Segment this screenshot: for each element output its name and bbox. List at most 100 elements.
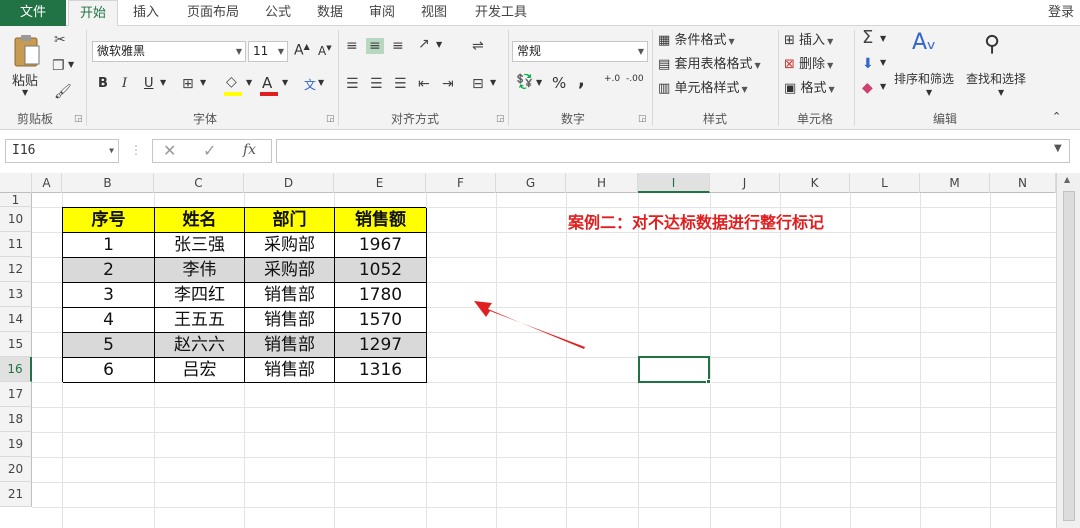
format-painter-icon[interactable]: 🖌	[54, 84, 72, 100]
row-header-10[interactable]: 10	[0, 207, 32, 232]
number-launcher-icon[interactable]: ◲	[638, 114, 647, 124]
row-header-21[interactable]: 21	[0, 482, 32, 507]
scroll-up-icon[interactable]: ▲	[1064, 175, 1070, 184]
row-header-14[interactable]: 14	[0, 307, 32, 332]
column-header-e[interactable]: E	[334, 173, 426, 193]
font-name-select[interactable]: 微软雅黑 ▼	[92, 41, 246, 62]
table-cell[interactable]: 6	[63, 358, 155, 383]
shrink-font-button[interactable]: A▼	[318, 44, 332, 58]
table-cell[interactable]: 4	[63, 308, 155, 333]
underline-dropdown-icon[interactable]: ▼	[160, 78, 166, 87]
row-header-11[interactable]: 11	[0, 232, 32, 257]
table-cell[interactable]: 1052	[335, 258, 427, 283]
merge-dropdown-icon[interactable]: ▼	[490, 78, 496, 87]
row-header-18[interactable]: 18	[0, 407, 32, 432]
column-header-f[interactable]: F	[426, 173, 496, 193]
table-cell[interactable]: 李伟	[155, 258, 245, 283]
name-box[interactable]: I16 ▼	[5, 139, 119, 163]
alignment-launcher-icon[interactable]: ◲	[496, 114, 505, 124]
table-cell[interactable]: 3	[63, 283, 155, 308]
orientation-dropdown-icon[interactable]: ▼	[436, 40, 442, 49]
table-cell[interactable]: 1570	[335, 308, 427, 333]
decrease-decimal-button[interactable]: -.00	[626, 74, 644, 84]
table-cell[interactable]: 采购部	[245, 233, 335, 258]
table-cell[interactable]: 1297	[335, 333, 427, 358]
table-cell[interactable]: 5	[63, 333, 155, 358]
tab-formulas[interactable]: 公式	[256, 0, 300, 26]
clear-dropdown-icon[interactable]: ▼	[880, 82, 886, 91]
percent-button[interactable]: %	[552, 74, 566, 92]
column-header-g[interactable]: G	[496, 173, 566, 193]
delete-cells-button[interactable]: ⊠ 删除 ▼	[784, 54, 833, 76]
column-header-n[interactable]: N	[990, 173, 1056, 193]
fill-color-dropdown-icon[interactable]: ▼	[246, 78, 252, 87]
wrap-text-icon[interactable]: ⇌	[472, 38, 484, 54]
phonetic-dropdown-icon[interactable]: ▼	[318, 78, 324, 87]
table-header-cell[interactable]: 部门	[245, 208, 335, 233]
clipboard-launcher-icon[interactable]: ◲	[74, 114, 83, 124]
table-header-cell[interactable]: 姓名	[155, 208, 245, 233]
orientation-icon[interactable]: ↗	[418, 36, 430, 52]
row-header-12[interactable]: 12	[0, 257, 32, 282]
phonetic-button[interactable]: 文	[304, 76, 316, 93]
table-cell[interactable]: 1	[63, 233, 155, 258]
copy-dropdown-icon[interactable]: ▼	[68, 60, 74, 69]
font-color-dropdown-icon[interactable]: ▼	[282, 78, 288, 87]
column-header-l[interactable]: L	[850, 173, 920, 193]
find-select-button[interactable]: 查找和选择	[966, 70, 1026, 87]
column-header-m[interactable]: M	[920, 173, 990, 193]
row-header-19[interactable]: 19	[0, 432, 32, 457]
grow-font-button[interactable]: A▲	[294, 42, 310, 59]
autosum-icon[interactable]: Σ	[862, 29, 873, 47]
align-right-icon[interactable]: ☰	[394, 76, 407, 92]
insert-cells-button[interactable]: ⊞ 插入 ▼	[784, 30, 833, 52]
enter-icon[interactable]: ✓	[203, 141, 216, 160]
tab-file[interactable]: 文件	[0, 0, 66, 26]
fill-dropdown-icon[interactable]: ▼	[880, 58, 886, 67]
paste-dropdown-icon[interactable]: ▼	[22, 88, 28, 97]
table-cell[interactable]: 王五五	[155, 308, 245, 333]
font-color-button[interactable]: A	[262, 74, 272, 92]
cut-icon[interactable]: ✂	[54, 32, 66, 48]
scrollbar-thumb[interactable]	[1063, 191, 1075, 521]
table-cell[interactable]: 销售部	[245, 308, 335, 333]
worksheet-grid[interactable]: A B C D E F G H I J K L M N 1 10 11 12 1…	[0, 173, 1056, 528]
format-cells-button[interactable]: ▣ 格式 ▼	[784, 78, 835, 100]
table-cell[interactable]: 销售部	[245, 333, 335, 358]
tab-data[interactable]: 数据	[308, 0, 352, 26]
select-all-corner[interactable]	[0, 173, 32, 193]
row-header-17[interactable]: 17	[0, 382, 32, 407]
row-header-20[interactable]: 20	[0, 457, 32, 482]
tab-insert[interactable]: 插入	[124, 0, 168, 26]
login-link[interactable]: 登录	[1048, 0, 1074, 26]
row-header-16[interactable]: 16	[0, 357, 32, 382]
conditional-format-button[interactable]: ▦ 条件格式 ▼	[658, 30, 735, 52]
bold-button[interactable]: B	[98, 76, 108, 91]
align-left-icon[interactable]: ☰	[346, 76, 359, 92]
column-header-k[interactable]: K	[780, 173, 850, 193]
comma-button[interactable]: ,	[578, 70, 585, 91]
insert-function-button[interactable]: fx	[243, 142, 256, 158]
column-header-b[interactable]: B	[62, 173, 154, 193]
border-icon[interactable]: ⊞	[182, 76, 194, 92]
row-header-13[interactable]: 13	[0, 282, 32, 307]
column-header-h[interactable]: H	[566, 173, 638, 193]
vertical-scrollbar[interactable]: ▲	[1056, 173, 1080, 528]
copy-icon[interactable]: ❐	[52, 58, 65, 74]
active-cell[interactable]	[638, 356, 710, 383]
find-select-dropdown-icon[interactable]: ▼	[998, 88, 1004, 97]
align-bottom-icon[interactable]: ≡	[392, 38, 404, 54]
fill-color-icon[interactable]: ◇	[226, 74, 237, 90]
collapse-ribbon-icon[interactable]: ⌃	[1052, 110, 1061, 123]
table-cell[interactable]: 张三强	[155, 233, 245, 258]
column-header-c[interactable]: C	[154, 173, 244, 193]
formula-input[interactable]	[276, 139, 1070, 163]
autosum-dropdown-icon[interactable]: ▼	[880, 34, 886, 43]
column-header-a[interactable]: A	[32, 173, 62, 193]
number-format-select[interactable]: 常规 ▼	[512, 41, 648, 62]
font-launcher-icon[interactable]: ◲	[326, 114, 335, 124]
row-header-15[interactable]: 15	[0, 332, 32, 357]
cancel-icon[interactable]: ✕	[163, 141, 176, 160]
fill-handle[interactable]	[706, 379, 711, 384]
table-header-cell[interactable]: 销售额	[335, 208, 427, 233]
